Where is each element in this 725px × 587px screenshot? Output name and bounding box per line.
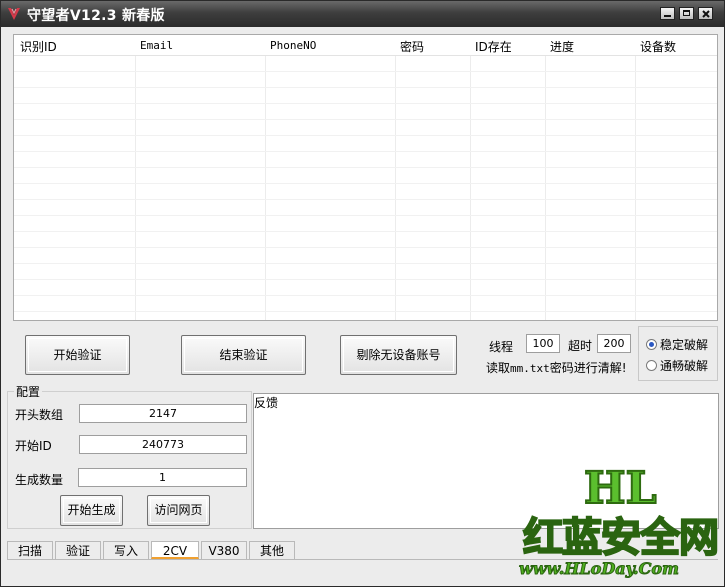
watermark-url: www.HLoDay.Com xyxy=(519,559,680,579)
close-button[interactable] xyxy=(698,7,713,20)
column-header-phone[interactable]: PhoneNO xyxy=(270,39,316,52)
end-verify-button[interactable]: 结束验证 xyxy=(181,335,306,375)
window-title: 守望者V12.3 新春版 xyxy=(27,8,165,24)
minimize-icon xyxy=(664,15,671,17)
mode-smooth-label[interactable]: 通畅破解 xyxy=(660,357,708,374)
watermark-logo: HL 红蓝安全网 www.HLoDay.Com xyxy=(517,462,723,581)
crack-mode-group: 稳定破解 通畅破解 xyxy=(638,326,718,381)
start-verify-button[interactable]: 开始验证 xyxy=(25,335,130,375)
tab-2cv[interactable]: 2CV xyxy=(151,541,199,559)
column-header-email[interactable]: Email xyxy=(140,39,173,52)
start-id-input[interactable]: 240773 xyxy=(79,435,247,454)
timeout-input[interactable]: 200 xyxy=(597,334,631,353)
column-header-id-exists[interactable]: ID存在 xyxy=(475,38,512,55)
visit-web-label: 访问网页 xyxy=(154,503,203,517)
maximize-button[interactable] xyxy=(679,7,694,20)
gen-count-input[interactable]: 1 xyxy=(78,468,247,487)
timeout-label: 超时 xyxy=(568,339,593,353)
watermark-name: 红蓝安全网 xyxy=(522,514,720,562)
maximize-icon xyxy=(683,10,690,16)
close-icon xyxy=(702,10,710,18)
feedback-label: 反馈 xyxy=(254,396,279,410)
mode-stable-label[interactable]: 稳定破解 xyxy=(660,336,708,353)
head-group-input[interactable]: 2147 xyxy=(79,404,247,423)
config-legend: 配置 xyxy=(14,383,43,400)
title-bar[interactable]: 守望者V12.3 新春版 xyxy=(1,1,724,27)
minimize-button[interactable] xyxy=(660,7,675,20)
mode-smooth-radio[interactable] xyxy=(646,360,657,371)
account-grid[interactable]: 识别ID Email PhoneNO 密码 ID存在 进度 设备数 xyxy=(13,34,718,321)
start-id-label: 开始ID xyxy=(15,439,52,453)
column-header-id[interactable]: 识别ID xyxy=(20,38,57,55)
hint-suffix: 密码进行清解! xyxy=(549,361,627,375)
app-window: 守望者V12.3 新春版 识别ID Email PhoneNO 密码 ID存在 … xyxy=(0,0,725,587)
start-generate-button[interactable]: 开始生成 xyxy=(60,495,123,526)
visit-web-button[interactable]: 访问网页 xyxy=(147,495,210,526)
threads-label: 线程 xyxy=(489,340,514,354)
remove-no-device-label: 剔除无设备账号 xyxy=(356,348,441,362)
column-header-device-count[interactable]: 设备数 xyxy=(640,38,676,55)
gen-count-label: 生成数量 xyxy=(15,473,64,487)
end-verify-label: 结束验证 xyxy=(219,348,268,362)
start-verify-label: 开始验证 xyxy=(53,348,102,362)
remove-no-device-button[interactable]: 剔除无设备账号 xyxy=(340,335,457,375)
tab-verify[interactable]: 验证 xyxy=(55,541,101,559)
tab-other[interactable]: 其他 xyxy=(249,541,295,559)
column-header-progress[interactable]: 进度 xyxy=(550,38,574,55)
hint-file: mm.txt xyxy=(510,362,550,375)
head-group-label: 开头数组 xyxy=(15,408,64,422)
password-file-hint: 读取mm.txt密码进行清解! xyxy=(486,359,627,376)
grid-header: 识别ID Email PhoneNO 密码 ID存在 进度 设备数 xyxy=(14,35,717,56)
tab-v380[interactable]: V380 xyxy=(201,541,247,559)
tab-scan[interactable]: 扫描 xyxy=(7,541,53,559)
hint-prefix: 读取 xyxy=(486,361,511,375)
threads-input[interactable]: 100 xyxy=(526,334,560,353)
app-logo-icon xyxy=(8,8,20,20)
tab-write[interactable]: 写入 xyxy=(103,541,149,559)
mode-stable-radio[interactable] xyxy=(646,339,657,350)
column-header-password[interactable]: 密码 xyxy=(400,38,424,55)
start-generate-label: 开始生成 xyxy=(67,503,116,517)
